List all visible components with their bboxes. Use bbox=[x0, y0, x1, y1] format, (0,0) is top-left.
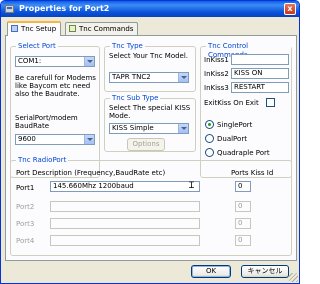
chevron-down-icon[interactable] bbox=[178, 124, 188, 133]
tab-label: Tnc Commands bbox=[79, 25, 134, 33]
chevron-down-icon[interactable] bbox=[84, 57, 94, 66]
port4-label: Port4 bbox=[16, 237, 35, 245]
tab-tnc-commands[interactable]: Tnc Commands bbox=[65, 22, 139, 35]
port4-description-input[interactable] bbox=[50, 235, 200, 246]
port4-kiss-id-input[interactable]: 0 bbox=[235, 235, 251, 246]
cancel-button[interactable]: キャンセル bbox=[241, 265, 289, 278]
port-select-value: COM1: bbox=[18, 57, 42, 65]
inkiss1-input[interactable] bbox=[231, 54, 289, 65]
single-port-label: SinglePort bbox=[217, 121, 253, 129]
port-description-header: Port Description (Frequency,BaudRate etc… bbox=[16, 169, 166, 177]
port1-kiss-id-input[interactable]: 0 bbox=[235, 181, 251, 192]
tnc-sub-type-prompt: Select The special KISS Mode. bbox=[109, 104, 191, 120]
properties-dialog: Properties for Port2 x Tnc Setup Tnc Com… bbox=[0, 0, 300, 284]
tnc-type-value: TAPR TNC2 bbox=[112, 73, 151, 81]
close-button[interactable]: x bbox=[284, 3, 296, 15]
chevron-down-icon[interactable] bbox=[178, 73, 188, 82]
port-select[interactable]: COM1: bbox=[15, 56, 95, 67]
baudrate-value: 9600 bbox=[18, 135, 36, 143]
setup-icon bbox=[11, 25, 18, 32]
inkiss2-label: InKiss2 bbox=[204, 70, 229, 78]
app-icon bbox=[5, 5, 14, 13]
port3-label: Port3 bbox=[16, 220, 35, 228]
group-title: Tnc RadioPort bbox=[16, 156, 69, 165]
ports-kiss-id-header: Ports Kiss Id bbox=[231, 169, 274, 177]
dual-port-label: DualPort bbox=[217, 135, 247, 143]
port1-description-input[interactable]: 145.660Mhz 1200baud bbox=[50, 181, 200, 192]
port3-kiss-id-input[interactable]: 0 bbox=[235, 218, 251, 229]
port2-description-input[interactable] bbox=[50, 201, 200, 212]
tnc-type-select[interactable]: TAPR TNC2 bbox=[109, 72, 189, 83]
title-bar[interactable]: Properties for Port2 x bbox=[1, 1, 299, 17]
tab-label: Tnc Setup bbox=[21, 25, 57, 33]
resize-grip-icon[interactable] bbox=[289, 273, 298, 282]
group-title: Tnc Type bbox=[110, 42, 145, 51]
window-title: Properties for Port2 bbox=[19, 4, 110, 13]
tnc-setup-page: Select Port COM1: Be carefull for Modems… bbox=[5, 35, 297, 261]
commands-icon bbox=[69, 25, 76, 32]
tnc-type-prompt: Select Your Tnc Model. bbox=[109, 52, 189, 60]
port-note: Be carefull for Modems like Baycom etc n… bbox=[15, 74, 96, 98]
port2-kiss-id-input[interactable]: 0 bbox=[235, 201, 251, 212]
options-button[interactable]: Options bbox=[127, 138, 165, 151]
inkiss2-input[interactable]: KISS ON bbox=[231, 68, 289, 79]
single-port-radio[interactable] bbox=[205, 120, 214, 129]
port2-label: Port2 bbox=[16, 203, 35, 211]
inkiss1-label: InKiss1 bbox=[204, 56, 229, 64]
group-title: Tnc Sub Type bbox=[110, 94, 161, 103]
ok-button[interactable]: OK bbox=[191, 265, 231, 278]
baudrate-label: SerialPort/modem BaudRate bbox=[15, 114, 78, 130]
port3-description-input[interactable] bbox=[50, 218, 200, 229]
port1-label: Port1 bbox=[16, 184, 35, 192]
exit-kiss-label: ExitKiss On Exit bbox=[204, 99, 259, 107]
tnc-sub-type-select[interactable]: KISS Simple bbox=[109, 123, 189, 134]
quad-port-label: Quadraple Port bbox=[217, 149, 270, 157]
exit-kiss-checkbox[interactable] bbox=[266, 98, 275, 107]
quad-port-radio[interactable] bbox=[205, 148, 214, 157]
chevron-down-icon[interactable] bbox=[84, 135, 94, 144]
inkiss3-label: InKiss3 bbox=[204, 84, 229, 92]
tnc-sub-type-value: KISS Simple bbox=[112, 124, 154, 132]
inkiss3-input[interactable]: RESTART bbox=[231, 82, 289, 93]
tnc-control-group: Tnc Control Commands bbox=[200, 42, 292, 178]
text-cursor-icon: Ɪ bbox=[189, 181, 195, 191]
dual-port-radio[interactable] bbox=[205, 134, 214, 143]
tab-tnc-setup[interactable]: Tnc Setup bbox=[7, 21, 62, 36]
group-title: Select Port bbox=[16, 42, 58, 51]
baudrate-select[interactable]: 9600 bbox=[15, 134, 95, 145]
